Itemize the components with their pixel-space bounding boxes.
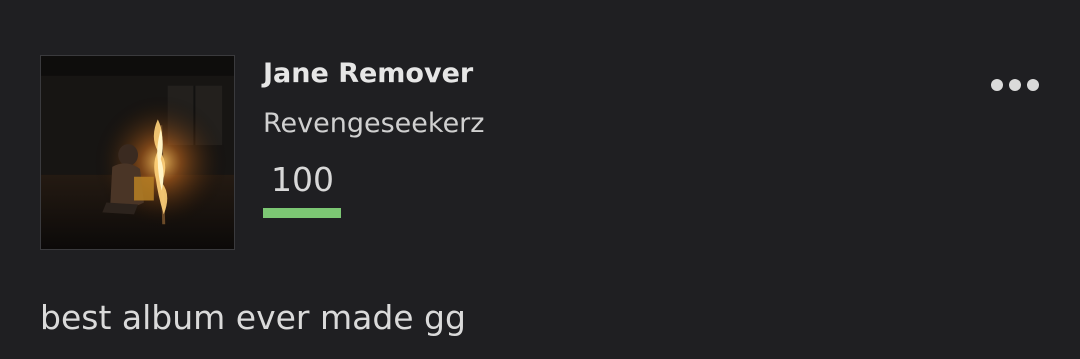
review-card: Jane Remover Revengeseekerz 100 best alb… [0, 0, 1080, 359]
score-bar-fill [263, 208, 341, 218]
score-bar [263, 208, 341, 218]
album-cover[interactable] [40, 55, 235, 250]
artist-name[interactable]: Jane Remover [263, 58, 473, 89]
album-cover-art [41, 56, 234, 249]
review-score: 100 [271, 160, 334, 199]
review-comment: best album ever made gg [40, 298, 466, 337]
more-options-button[interactable] [984, 70, 1048, 100]
album-title[interactable]: Revengeseekerz [263, 108, 484, 139]
